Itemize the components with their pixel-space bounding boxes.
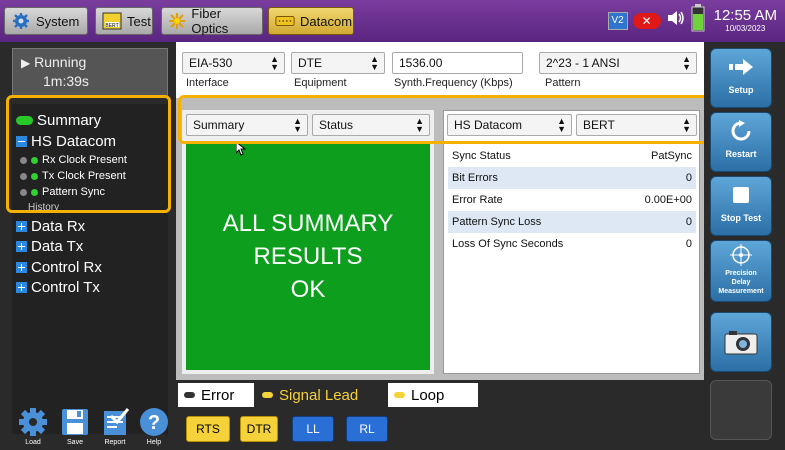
camera-icon xyxy=(711,313,771,371)
crosshair-icon xyxy=(711,241,771,269)
tab-test[interactable]: BERT Test xyxy=(95,7,153,35)
result-panel-right: HS Datacom ▲ ▼ BERT ▲ ▼ Sync Status PatSyn… xyxy=(443,110,700,374)
tree-data-tx[interactable]: Data Tx xyxy=(16,238,83,255)
expand-icon xyxy=(16,221,27,232)
blank-action-button[interactable] xyxy=(710,380,772,440)
signal-legend-bar: Error Signal Lead Loop RTS DTR LL RL xyxy=(176,380,704,450)
tree-data-rx[interactable]: Data Rx xyxy=(16,218,85,235)
run-elapsed: 1m:39s xyxy=(43,73,89,89)
restart-icon xyxy=(711,113,771,149)
expand-icon xyxy=(16,282,27,293)
clock: 12:55 AM 10/03/2023 xyxy=(713,7,777,33)
save-button[interactable]: Save xyxy=(56,405,94,446)
tab-system[interactable]: System xyxy=(4,7,88,35)
svg-text:?: ? xyxy=(148,412,160,434)
tree-control-rx[interactable]: Control Rx xyxy=(16,259,102,276)
legend-signal-lead: Signal Lead xyxy=(256,383,376,407)
speaker-icon xyxy=(666,9,686,32)
interface-select[interactable]: EIA-530 ▲ ▼ xyxy=(182,52,285,74)
table-row: Error Rate 0.00E+00 xyxy=(452,194,692,206)
frequency-label: Synth.Frequency (Kbps) xyxy=(394,77,513,89)
legend-loop-mark xyxy=(394,392,405,398)
camera-button[interactable] xyxy=(710,312,772,372)
ll-button[interactable]: LL xyxy=(292,416,334,442)
run-status[interactable]: ▶ Running 1m:39s xyxy=(12,48,168,96)
bert-icon: BERT xyxy=(102,12,122,30)
config-row: EIA-530 ▲ ▼ Interface DTE ▲ ▼ Equipment 15… xyxy=(176,42,704,98)
load-gear-icon xyxy=(14,405,52,439)
run-state: ▶ Running xyxy=(21,54,87,70)
setup-button[interactable]: Setup xyxy=(710,48,772,108)
legend-signal-mark xyxy=(262,392,273,398)
help-icon: ? xyxy=(135,405,173,439)
status-area: V2 ✕ 12:55 AM 10/03/2023 xyxy=(607,4,777,37)
gear-icon xyxy=(11,12,31,30)
restart-button[interactable]: Restart xyxy=(710,112,772,172)
updown-arrow-icon: ▲ ▼ xyxy=(682,54,691,72)
load-button[interactable]: Load xyxy=(14,405,52,446)
precision-delay-button[interactable]: Precision Delay Measurement xyxy=(710,240,772,302)
svg-text:BERT: BERT xyxy=(105,23,118,29)
updown-arrow-icon: ▲ ▼ xyxy=(370,54,379,72)
floppy-icon xyxy=(56,405,94,439)
mouse-cursor-icon xyxy=(235,140,247,161)
table-row: Sync Status PatSync xyxy=(452,150,692,162)
report-check-icon xyxy=(96,405,134,439)
arrow-right-icon xyxy=(711,49,771,85)
frequency-field[interactable]: 1536.00 xyxy=(392,52,523,74)
alarm-x-icon: ✕ xyxy=(632,12,661,29)
result-panel-left: Summary ▲ ▼ Status ▲ ▼ ALL SUMMARY RESULTS… xyxy=(182,110,434,374)
v2-icon: V2 xyxy=(607,11,628,30)
tree-control-tx[interactable]: Control Tx xyxy=(16,279,100,296)
rts-button[interactable]: RTS xyxy=(186,416,230,442)
pattern-select[interactable]: 2^23 - 1 ANSI ▲ ▼ xyxy=(539,52,697,74)
highlight-box-top xyxy=(178,95,721,144)
legend-error-mark xyxy=(184,392,195,398)
table-row: Bit Errors 0 xyxy=(448,167,696,189)
tab-datacom[interactable]: Datacom xyxy=(268,7,354,35)
table-row: Pattern Sync Loss 0 xyxy=(448,211,696,233)
rl-button[interactable]: RL xyxy=(346,416,388,442)
pattern-label: Pattern xyxy=(545,77,581,89)
updown-arrow-icon: ▲ ▼ xyxy=(270,54,279,72)
battery-icon xyxy=(691,4,705,37)
expand-icon xyxy=(16,241,27,252)
play-icon: ▶ xyxy=(21,56,31,70)
equipment-select[interactable]: DTE ▲ ▼ xyxy=(291,52,385,74)
report-button[interactable]: Report xyxy=(96,405,134,446)
tab-fiber-optics[interactable]: Fiber Optics xyxy=(161,6,263,36)
summary-ok-box: ALL SUMMARY RESULTS OK xyxy=(186,142,430,370)
action-column: Setup Restart Stop Test Precision Delay … xyxy=(704,42,785,450)
stop-test-button[interactable]: Stop Test xyxy=(710,176,772,236)
legend-error: Error xyxy=(178,383,254,407)
top-bar: System BERT Test Fiber Optics Datacom V2… xyxy=(0,0,785,42)
expand-icon xyxy=(16,262,27,273)
interface-label: Interface xyxy=(186,77,229,89)
help-button[interactable]: ? Help xyxy=(135,405,173,446)
starburst-icon xyxy=(168,12,186,30)
table-row: Loss Of Sync Seconds 0 xyxy=(452,238,692,250)
legend-loop: Loop xyxy=(388,383,478,407)
dtr-button[interactable]: DTR xyxy=(240,416,278,442)
connector-icon xyxy=(275,12,295,30)
stop-icon xyxy=(711,177,771,213)
highlight-box-left xyxy=(6,95,171,213)
equipment-label: Equipment xyxy=(294,77,347,89)
